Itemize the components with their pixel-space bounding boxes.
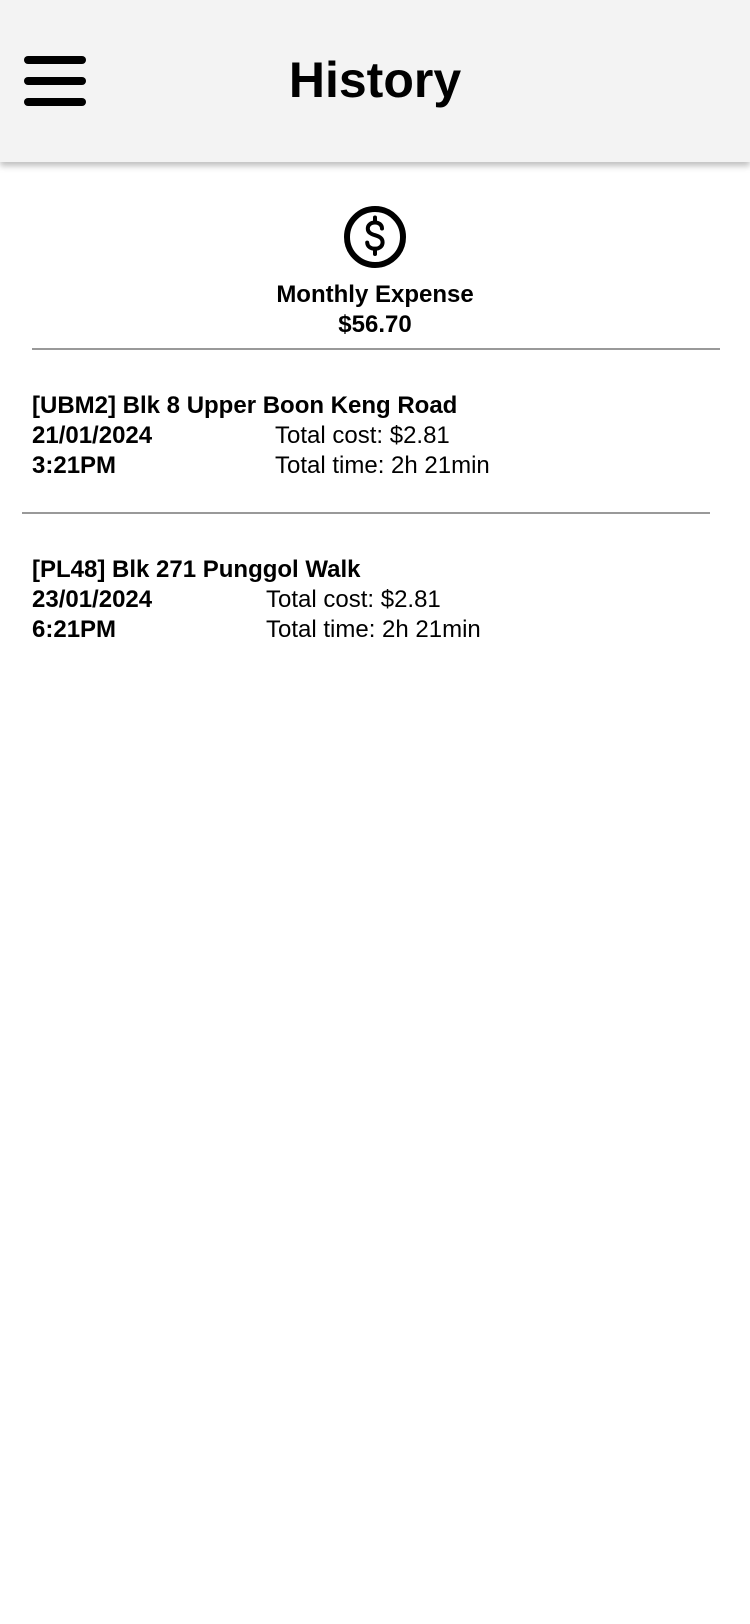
entry-total-time: Total time: 2h 21min	[266, 616, 481, 643]
monthly-expense-amount: $56.70	[338, 311, 412, 338]
entry-location: [PL48] Blk 271 Punggol Walk	[32, 556, 361, 583]
history-entry[interactable]: [UBM2] Blk 8 Upper Boon Keng Road 21/01/…	[32, 391, 722, 481]
entry-location: [UBM2] Blk 8 Upper Boon Keng Road	[32, 392, 458, 419]
history-entry[interactable]: [PL48] Blk 271 Punggol Walk 23/01/2024 T…	[32, 555, 722, 645]
divider	[32, 348, 720, 350]
page-title: History	[288, 52, 462, 108]
app-header: History	[0, 0, 750, 162]
dollar-circle-icon	[344, 206, 406, 268]
entry-total-time: Total time: 2h 21min	[275, 452, 490, 479]
entry-date: 21/01/2024	[32, 422, 153, 449]
entry-total-cost: Total cost: $2.81	[275, 422, 450, 449]
entry-total-cost: Total cost: $2.81	[266, 586, 441, 613]
entry-time: 3:21PM	[32, 452, 117, 479]
monthly-expense-summary: Monthly Expense $56.70	[0, 204, 750, 340]
entry-date: 23/01/2024	[32, 586, 153, 613]
entry-time: 6:21PM	[32, 616, 117, 643]
monthly-expense-label: Monthly Expense	[276, 281, 474, 308]
divider	[22, 512, 710, 514]
